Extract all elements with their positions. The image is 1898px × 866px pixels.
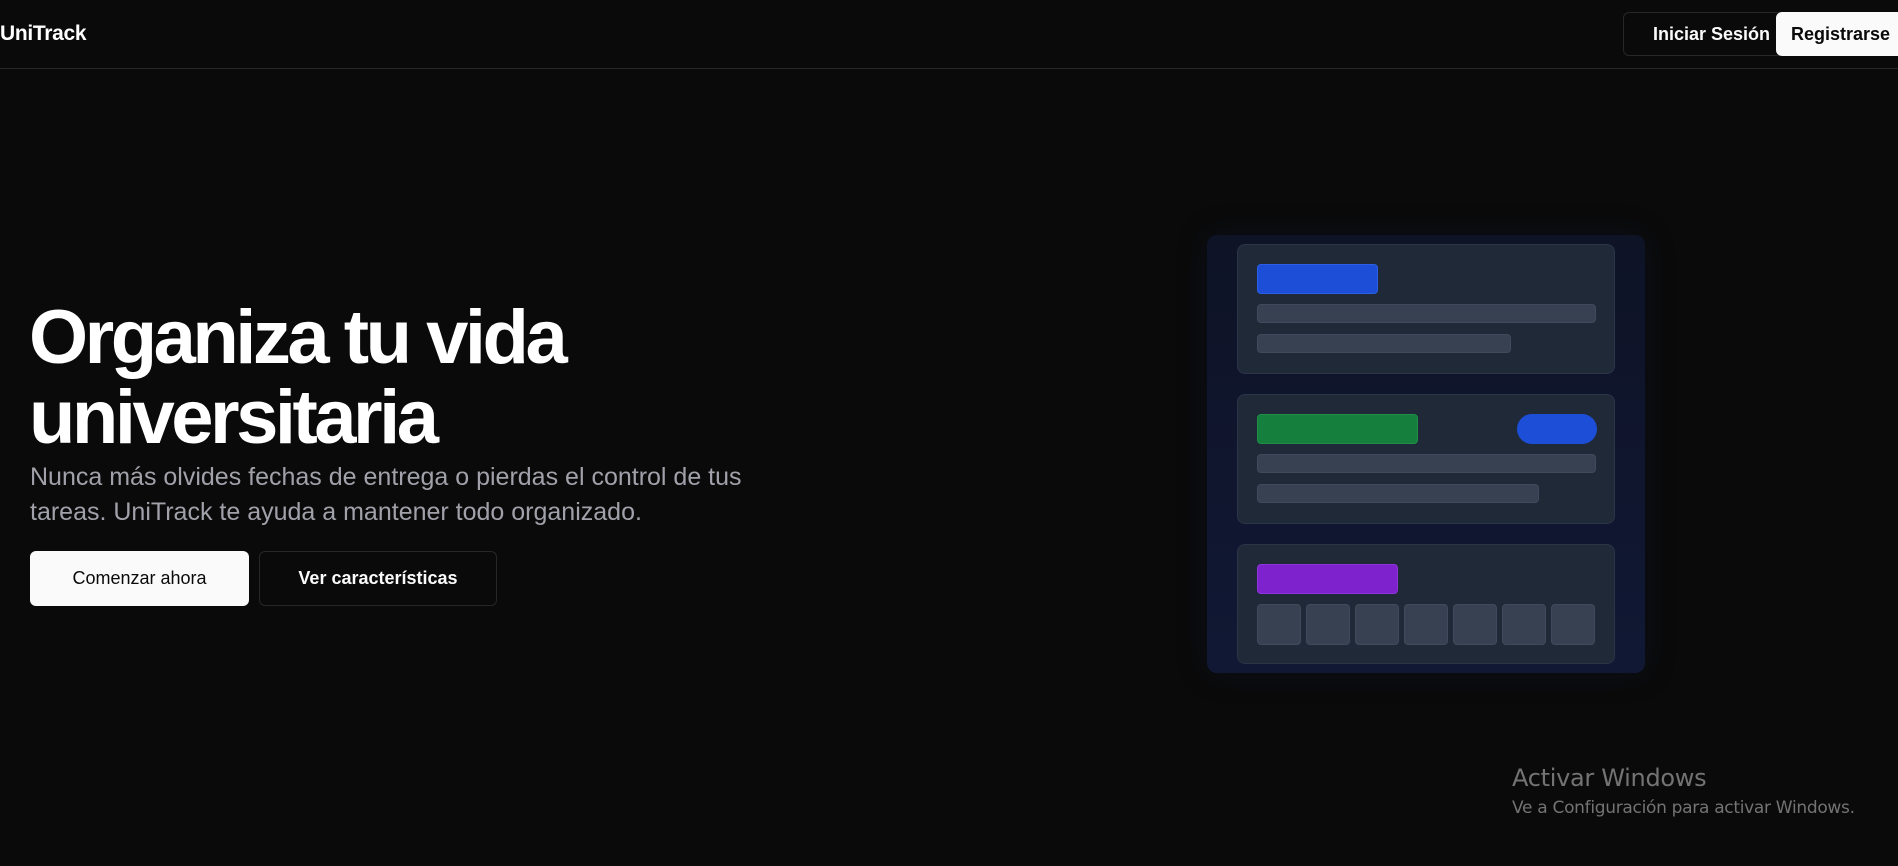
illustration-tag-blue (1257, 264, 1378, 294)
windows-activation-subtitle: Ve a Configuración para activar Windows. (1512, 798, 1855, 818)
illustration-day-cell (1257, 604, 1301, 645)
windows-activation-title: Activar Windows (1512, 764, 1707, 792)
illustration-line (1257, 304, 1596, 323)
illustration-day-cell (1551, 604, 1595, 645)
illustration-line (1257, 454, 1596, 473)
illustration-card-3 (1237, 544, 1615, 664)
illustration-line (1257, 484, 1539, 503)
illustration-tag-purple (1257, 564, 1398, 594)
illustration-pill-blue (1517, 414, 1597, 444)
illustration-day-cell (1453, 604, 1497, 645)
hero-subtitle: Nunca más olvides fechas de entrega o pi… (30, 463, 742, 526)
top-navbar: UniTrack Iniciar Sesión Registrarse (0, 0, 1898, 69)
illustration-day-cell (1502, 604, 1546, 645)
hero-title: Organiza tu vida universitaria (29, 295, 568, 460)
illustration-day-cell (1404, 604, 1448, 645)
register-button[interactable]: Registrarse (1776, 12, 1898, 56)
illustration-line (1257, 334, 1511, 353)
illustration-tag-green (1257, 414, 1418, 444)
illustration-day-cell (1306, 604, 1350, 645)
illustration-calendar-row (1257, 604, 1595, 645)
illustration-card-1 (1237, 244, 1615, 374)
brand-logo[interactable]: UniTrack (0, 22, 87, 46)
view-features-button[interactable]: Ver características (259, 551, 497, 606)
dashboard-illustration (1207, 235, 1645, 673)
landing-page: UniTrack Iniciar Sesión Registrarse Orga… (0, 0, 1898, 866)
illustration-day-cell (1355, 604, 1399, 645)
get-started-button[interactable]: Comenzar ahora (30, 551, 249, 606)
login-button[interactable]: Iniciar Sesión (1623, 12, 1800, 56)
illustration-card-2 (1237, 394, 1615, 524)
